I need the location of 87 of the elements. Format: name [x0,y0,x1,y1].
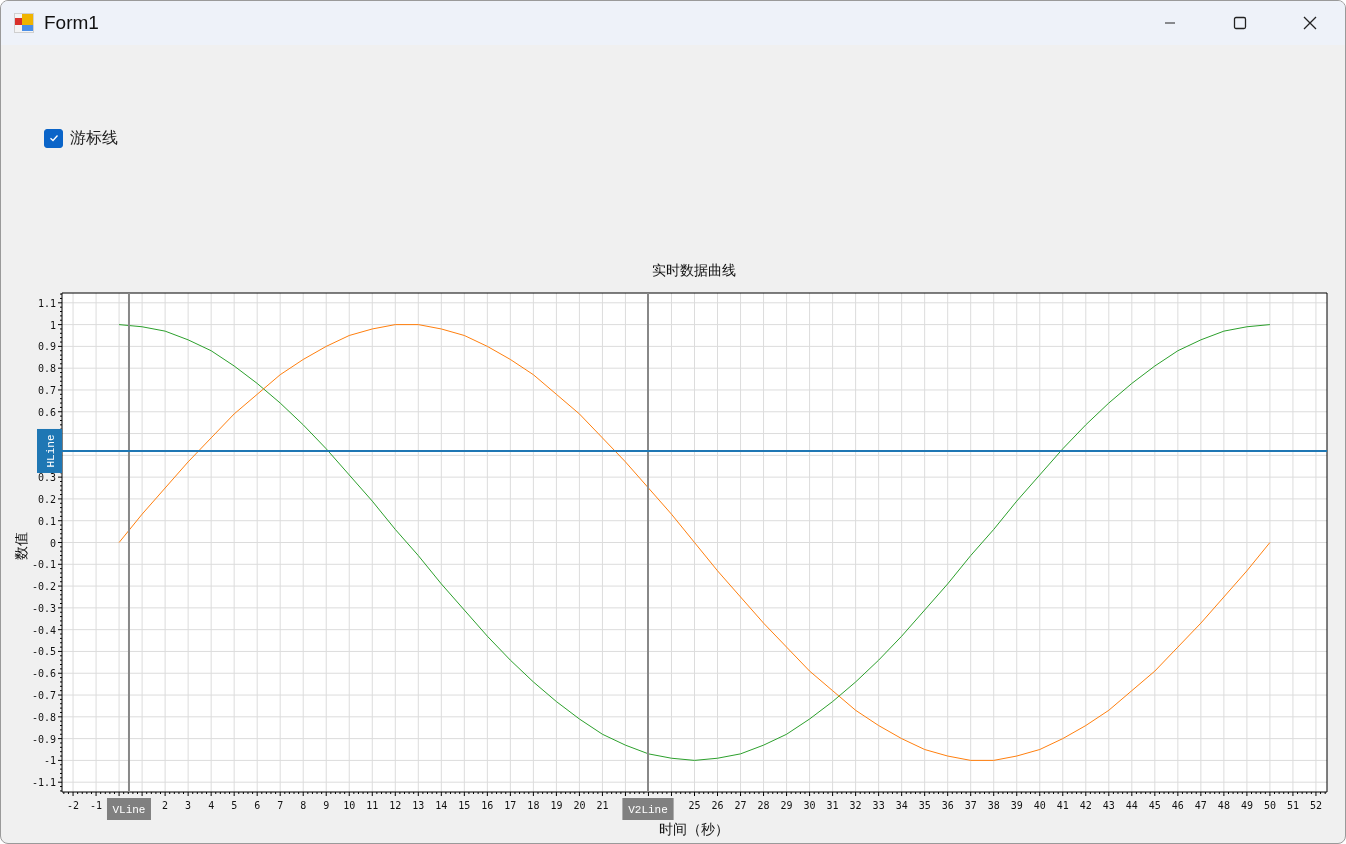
y-tick-label: 0.3 [37,472,56,484]
y-axis-title: 数值 [13,532,29,560]
x-tick-label: 25 [688,800,701,811]
y-tick-label: -0.8 [31,711,56,723]
x-tick-label: 14 [435,800,448,811]
y-tick-label: 0.1 [37,515,56,527]
cursor-label: HLine [45,434,57,468]
x-tick-label: 18 [527,800,540,811]
cursor-label: VLine [112,804,146,816]
x-tick-label: 52 [1309,800,1322,811]
y-tick-label: -0.6 [31,668,56,680]
x-tick-label: 43 [1102,800,1115,811]
x-axis-title: 时间（秒） [659,821,729,837]
y-tick-label: -1 [43,755,56,767]
x-tick-label: 39 [1010,800,1023,811]
x-tick-label: 9 [323,800,330,811]
x-tick-label: 26 [711,800,724,811]
x-tick-label: 5 [231,800,238,811]
checkbox-icon[interactable] [44,128,63,148]
x-tick-label: 16 [481,800,494,811]
x-tick-label: 8 [300,800,307,811]
cursor-tag[interactable] [622,798,674,820]
y-tick-label: 0.6 [37,406,56,418]
y-tick-label: 0.8 [37,363,56,375]
y-tick-label: 0.9 [37,341,56,353]
x-tick-label: 36 [941,800,954,811]
y-tick-label: 0.2 [37,493,56,505]
cursor-tag[interactable] [107,798,151,820]
y-tick-label: -0.3 [31,602,56,614]
x-tick-label: 28 [757,800,770,811]
x-tick-label: 10 [343,800,356,811]
x-tick-label: 37 [964,800,977,811]
x-tick-label: 35 [918,800,931,811]
x-tick-label: 38 [987,800,1000,811]
x-tick-label: 49 [1240,800,1253,811]
x-tick-label: 29 [780,800,793,811]
x-tick-label: 34 [895,800,908,811]
x-tick-label: 3 [185,800,192,811]
y-tick-label: 1.1 [37,297,56,309]
y-tick-label: -0.2 [31,581,56,593]
close-icon [1303,16,1317,30]
x-tick-label: 4 [208,800,215,811]
y-tick-label: -0.7 [31,690,56,702]
x-tick-label: 44 [1125,800,1138,811]
cursor-line[interactable] [127,292,130,793]
x-tick-label: -2 [67,800,80,811]
x-tick-label: 20 [573,800,586,811]
y-tick-label: -0.9 [31,733,56,745]
maximize-icon [1233,16,1247,30]
window-title: Form1 [44,12,99,34]
x-tick-label: -1 [90,800,103,811]
x-tick-label: 21 [596,800,609,811]
y-tick-label: -0.1 [31,559,56,571]
cursor-checkbox[interactable]: 游标线 [44,128,1345,148]
x-tick-label: 51 [1286,800,1299,811]
y-tick-label: -0.5 [31,646,56,658]
cursor-tag[interactable] [37,429,62,473]
x-tick-label: 27 [734,800,747,811]
y-tick-label: -1.1 [31,777,56,789]
x-tick-label: 11 [366,800,379,811]
x-tick-label: 33 [872,800,885,811]
x-tick-label: 19 [550,800,563,811]
chart-title: 实时数据曲线 [652,262,736,278]
x-tick-label: 13 [412,800,425,811]
x-tick-label: 7 [277,800,284,811]
x-tick-label: 2 [162,800,169,811]
y-tick-label: 0 [49,537,56,549]
x-tick-label: 31 [826,800,839,811]
y-tick-label: -0.4 [31,624,56,636]
x-tick-label: 32 [849,800,862,811]
x-tick-label: 48 [1217,800,1230,811]
y-tick-label: 0.7 [37,384,56,396]
x-tick-label: 17 [504,800,517,811]
x-tick-label: 45 [1148,800,1161,811]
x-tick-label: 41 [1056,800,1069,811]
x-tick-label: 15 [458,800,471,811]
x-tick-label: 42 [1079,800,1092,811]
cursor-label: V2Line [628,804,668,816]
x-tick-label: 6 [254,800,261,811]
x-tick-label: 50 [1263,800,1276,811]
x-tick-label: 40 [1033,800,1046,811]
app-icon [14,13,34,33]
x-tick-label: 30 [803,800,816,811]
y-tick-label: 1 [49,319,56,331]
x-tick-label: 47 [1194,800,1207,811]
x-tick-label: 12 [389,800,402,811]
x-tick-label: 46 [1171,800,1184,811]
